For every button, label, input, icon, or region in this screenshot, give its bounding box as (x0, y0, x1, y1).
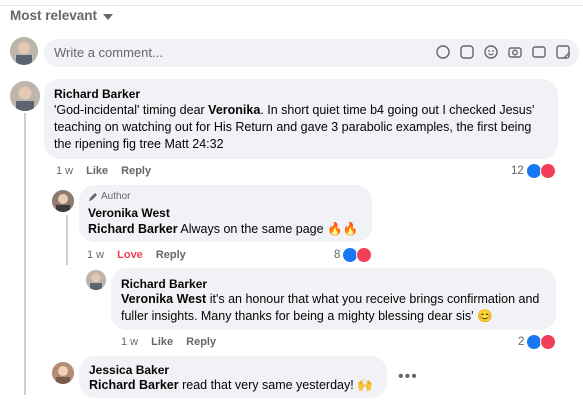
author-badge: Author (88, 191, 130, 202)
comment-composer[interactable]: Write a comment... (44, 39, 579, 67)
comment-bubble: Richard Barker 'God-incidental' timing d… (44, 79, 558, 159)
love-reaction-icon (540, 334, 557, 350)
reaction-count: 12 (511, 165, 524, 177)
comment-actions: 1 w Like Reply (121, 336, 216, 348)
love-reaction-icon (539, 163, 556, 179)
like-button[interactable]: Like (86, 165, 108, 177)
comment-text-post: Always on the same page 🔥🔥 (177, 222, 359, 236)
comment-actions: 1 w Like Reply (56, 165, 151, 177)
comment-text: Richard Barker Always on the same page 🔥… (88, 221, 358, 238)
comment-author[interactable]: Richard Barker (121, 277, 207, 291)
more-options-button[interactable]: ••• (398, 368, 418, 386)
comment-author[interactable]: Jessica Baker (89, 363, 169, 377)
comment-text: 'God-incidental' timing dear Veronika. I… (54, 102, 552, 153)
avatar[interactable] (52, 190, 74, 212)
comment-text: Richard Barker read that very same yeste… (89, 377, 373, 394)
reaction-summary[interactable]: 12 (511, 163, 556, 179)
reaction-summary[interactable]: 8 (334, 247, 373, 263)
thread-line (24, 113, 26, 395)
caret-down-icon (103, 13, 114, 20)
sort-label: Most relevant (10, 8, 98, 23)
comment-text-post: read that very same yesterday! 🙌 (178, 378, 373, 392)
emoji-icon[interactable] (483, 44, 499, 60)
like-button[interactable]: Like (151, 336, 173, 348)
reaction-summary[interactable]: 2 (518, 334, 557, 350)
timestamp[interactable]: 1 w (56, 165, 73, 177)
timestamp[interactable]: 1 w (87, 249, 104, 261)
reply-button[interactable]: Reply (156, 249, 186, 261)
sort-dropdown[interactable]: Most relevant (10, 8, 114, 23)
comment-bubble: Jessica Baker Richard Barker read that v… (79, 356, 387, 398)
comment-bubble: Richard Barker Veronika West it's an hon… (111, 268, 556, 330)
reaction-count: 2 (518, 336, 525, 348)
timestamp[interactable]: 1 w (121, 336, 138, 348)
gif-icon[interactable] (531, 44, 547, 60)
mention[interactable]: Veronika (208, 103, 260, 117)
top-divider (0, 5, 583, 6)
pencil-icon (89, 192, 97, 201)
comment-author[interactable]: Richard Barker (54, 87, 140, 101)
mention[interactable]: Richard Barker (89, 378, 179, 392)
comment-text-pre: 'God-incidental' timing dear (54, 103, 209, 117)
avatar-sticker-icon[interactable] (435, 44, 451, 60)
comment-author[interactable]: Veronika West (88, 206, 170, 220)
reaction-count: 8 (334, 249, 341, 261)
mention[interactable]: Veronika West (121, 292, 206, 306)
camera-icon[interactable] (507, 44, 523, 60)
author-badge-label: Author (101, 191, 131, 202)
comment-input[interactable]: Write a comment... (54, 45, 163, 60)
comment-actions: 1 w Love Reply (87, 249, 186, 261)
comment-text: Veronika West it's an honour that what y… (121, 291, 551, 325)
reply-button[interactable]: Reply (121, 165, 151, 177)
avatar[interactable] (10, 81, 40, 111)
comment-bubble: Author Veronika West Richard Barker Alwa… (79, 185, 372, 242)
current-user-avatar[interactable] (10, 37, 38, 65)
sticker-icon[interactable] (459, 44, 475, 60)
reply-button[interactable]: Reply (186, 336, 216, 348)
love-reaction-icon (356, 247, 373, 263)
avatar[interactable] (86, 270, 106, 290)
thread-line (66, 215, 68, 265)
mention[interactable]: Richard Barker (88, 222, 178, 236)
sticker-square-icon[interactable] (555, 44, 571, 60)
avatar[interactable] (52, 362, 74, 384)
love-button[interactable]: Love (117, 249, 143, 261)
